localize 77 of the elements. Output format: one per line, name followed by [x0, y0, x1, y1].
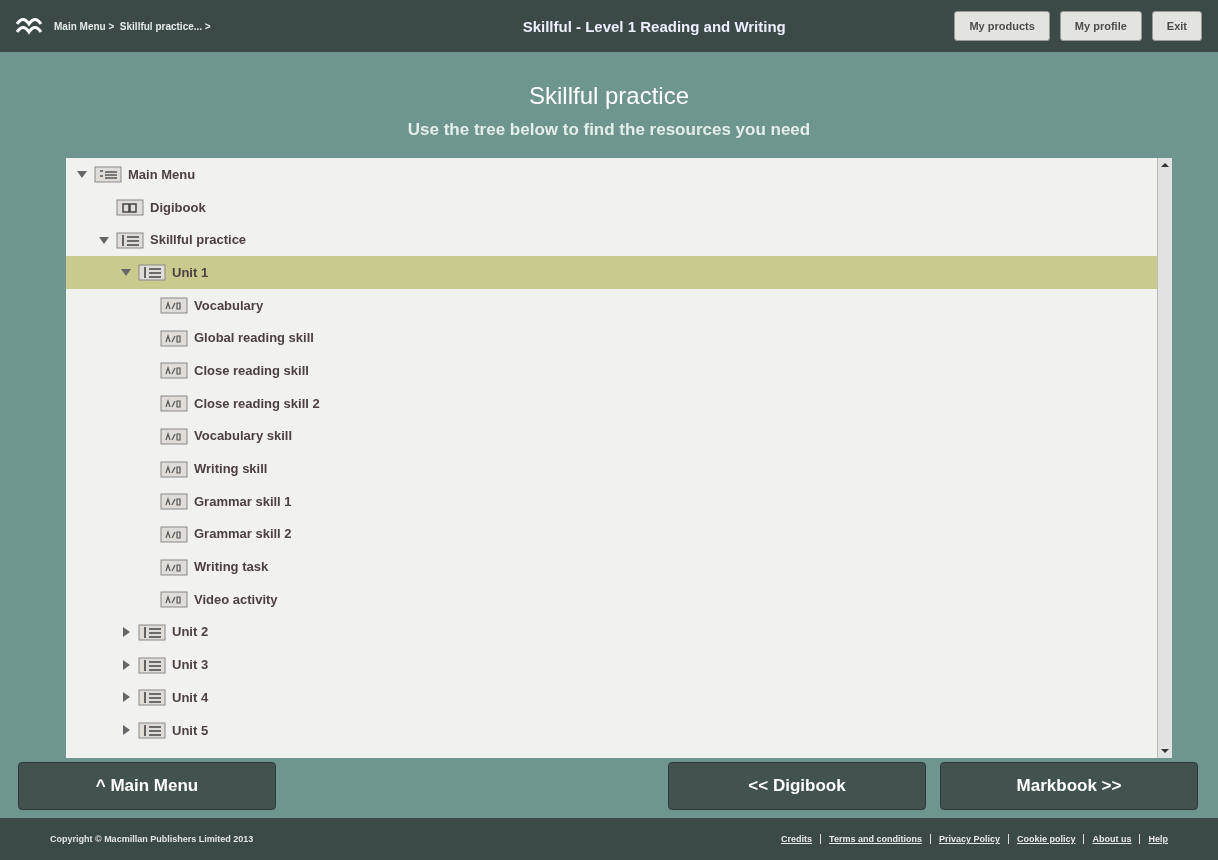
tree-row[interactable]: Unit 4 — [66, 681, 1157, 714]
copyright-text: Copyright © Macmillan Publishers Limited 2013 — [50, 834, 254, 844]
tree-label: Unit 1 — [172, 264, 209, 280]
footer-link[interactable]: Credits — [781, 834, 813, 844]
tree-label: Global reading skill — [194, 330, 314, 346]
activity-icon — [158, 557, 190, 576]
tree-label: Unit 3 — [172, 657, 209, 673]
tree-row[interactable]: Unit 3 — [66, 648, 1157, 681]
tree-label: Writing task — [194, 559, 269, 575]
logo-icon — [16, 16, 42, 36]
tree-label: Vocabulary skill — [194, 428, 293, 444]
markbook-button[interactable]: Markbook >> — [940, 762, 1198, 810]
tree-label: Vocabulary — [194, 297, 264, 313]
activity-icon — [158, 361, 190, 380]
tree-row[interactable]: Grammar skill 1 — [66, 484, 1157, 518]
list-icon — [136, 655, 168, 674]
activity-icon — [158, 492, 190, 511]
breadcrumb[interactable]: Main Menu > Skillful practice... > — [54, 20, 354, 32]
header-button[interactable]: Exit — [1151, 11, 1202, 41]
collapsed-arrow-icon[interactable] — [120, 625, 132, 638]
header-button[interactable]: My profile — [1059, 11, 1142, 41]
tree-row[interactable]: Vocabulary — [66, 288, 1157, 322]
book-icon — [114, 198, 146, 217]
tree-row[interactable]: Unit 1 — [66, 256, 1157, 289]
main-menu-button[interactable]: ^ Main Menu — [18, 762, 276, 810]
tree-row[interactable]: Video activity — [66, 582, 1157, 616]
footer-link[interactable]: Cookie policy — [1016, 834, 1076, 844]
digibook-button[interactable]: << Digibook — [668, 762, 926, 810]
activity-icon — [158, 296, 190, 315]
tree-row[interactable]: Main Menu — [66, 158, 1157, 191]
footer-link[interactable]: Help — [1148, 834, 1168, 844]
page-subtitle: Use the tree below to find the resources you need — [406, 120, 812, 140]
footer-link[interactable]: About us — [1092, 834, 1132, 844]
tree-label: Unit 4 — [172, 689, 209, 705]
tree-row[interactable]: Vocabulary skill — [66, 419, 1157, 453]
footer-link[interactable]: Terms and conditions — [829, 834, 922, 844]
tree-row[interactable]: Unit 2 — [66, 615, 1157, 649]
tree-row[interactable]: Global reading skill — [66, 321, 1157, 355]
list-icon — [92, 165, 124, 184]
tree-label: Close reading skill — [194, 362, 309, 378]
collapsed-arrow-icon[interactable] — [120, 724, 132, 737]
tree-row[interactable]: Close reading skill 2 — [66, 386, 1157, 420]
tree-label: Main Menu — [128, 166, 196, 182]
activity-icon — [158, 590, 190, 609]
list-icon — [114, 230, 146, 249]
activity-icon — [158, 328, 190, 347]
tree-row[interactable]: Grammar skill 2 — [66, 517, 1157, 551]
tree-label: Grammar skill 1 — [194, 493, 292, 509]
collapsed-arrow-icon[interactable] — [120, 691, 132, 704]
tree-row[interactable]: Close reading skill — [66, 354, 1157, 387]
tree-row[interactable]: Skillful practice — [66, 223, 1157, 257]
tree-label: Close reading skill 2 — [194, 395, 320, 411]
page-title: Skillful practice — [527, 82, 691, 110]
activity-icon — [158, 394, 190, 413]
app-title: Skillful - Level 1 Reading and Writing — [521, 17, 787, 35]
list-icon — [136, 263, 168, 282]
tree-label: Digibook — [150, 199, 206, 215]
activity-icon — [158, 524, 190, 543]
list-icon — [136, 721, 168, 740]
collapsed-arrow-icon[interactable] — [120, 658, 132, 671]
list-icon — [136, 688, 168, 707]
tree-row[interactable]: Writing task — [66, 550, 1157, 583]
tree-label: Writing skill — [194, 461, 268, 477]
activity-icon — [158, 426, 190, 445]
footer-link[interactable]: Privacy Policy — [938, 834, 1000, 844]
activity-icon — [158, 459, 190, 478]
tree-label: Unit 5 — [172, 722, 209, 738]
tree-row[interactable]: Digibook — [66, 190, 1157, 224]
tree-label: Skillful practice — [150, 232, 247, 248]
tree-label: Grammar skill 2 — [194, 526, 292, 542]
list-icon — [136, 622, 168, 641]
tree-row[interactable]: Writing skill — [66, 452, 1157, 485]
tree-label: Video activity — [194, 591, 278, 607]
header-button[interactable]: My products — [954, 11, 1050, 41]
scrollbar[interactable] — [1157, 158, 1172, 758]
tree-row[interactable]: Unit 5 — [66, 713, 1157, 747]
tree-label: Unit 2 — [172, 624, 209, 640]
